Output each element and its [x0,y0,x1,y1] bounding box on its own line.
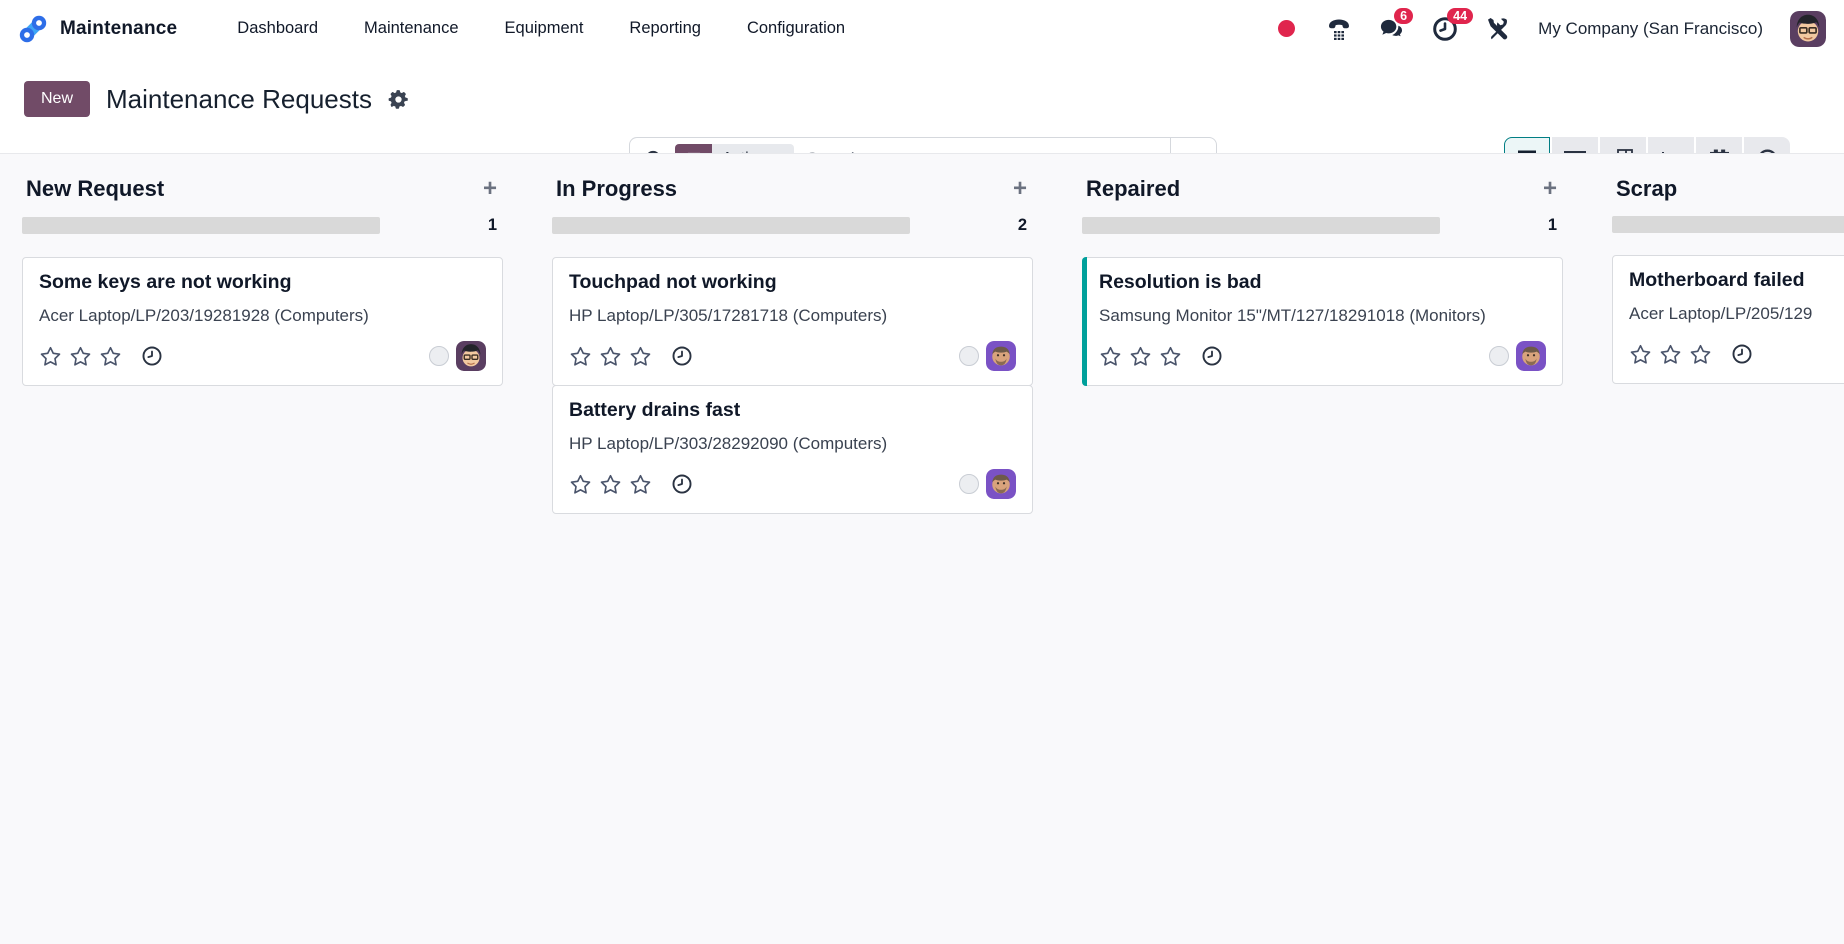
kanban-card[interactable]: Battery drains fast HP Laptop/LP/303/282… [552,385,1033,514]
card-title: Motherboard failed [1629,269,1844,292]
messages-icon[interactable]: 6 [1379,16,1405,42]
kanban-state-circle[interactable] [959,474,979,494]
menu-equipment[interactable]: Equipment [505,19,584,38]
kanban-column-new-request: New Request + 1 Some keys are not workin… [22,176,503,386]
activity-clock-icon[interactable] [671,345,693,367]
app-name: Maintenance [60,18,177,40]
menu-reporting[interactable]: Reporting [629,19,701,38]
star-icon[interactable] [599,345,622,368]
star-icon[interactable] [629,473,652,496]
star-icon[interactable] [99,345,122,368]
star-icon[interactable] [569,345,592,368]
priority-stars [1099,345,1182,368]
column-progress-bar[interactable] [552,217,910,234]
kanban-card[interactable]: Some keys are not working Acer Laptop/LP… [22,257,503,386]
star-icon[interactable] [599,473,622,496]
kanban-card[interactable]: Touchpad not working HP Laptop/LP/305/17… [552,257,1033,386]
add-card-button[interactable]: + [1013,177,1027,201]
kanban-column-scrap: Scrap + Motherboard failed Acer Laptop/L… [1612,176,1844,384]
card-title: Battery drains fast [569,399,1016,422]
assignee-avatar[interactable] [456,341,486,371]
status-red-dot-icon[interactable] [1273,16,1299,42]
priority-stars [569,345,652,368]
add-card-button[interactable]: + [1543,177,1557,201]
kanban-state-circle[interactable] [959,346,979,366]
star-icon[interactable] [1129,345,1152,368]
star-icon[interactable] [1659,343,1682,366]
card-title: Touchpad not working [569,271,1016,294]
menu-maintenance[interactable]: Maintenance [364,19,458,38]
column-count: 2 [1018,216,1033,235]
column-title: Scrap [1616,176,1677,202]
card-equipment: Acer Laptop/LP/203/19281928 (Computers) [39,303,447,329]
activity-clock-icon[interactable] [1201,345,1223,367]
star-icon[interactable] [1629,343,1652,366]
star-icon[interactable] [1689,343,1712,366]
kanban-state-circle[interactable] [429,346,449,366]
star-icon[interactable] [629,345,652,368]
page-title: Maintenance Requests [106,84,372,115]
star-icon[interactable] [39,345,62,368]
activities-badge: 44 [1447,8,1473,25]
assignee-avatar[interactable] [986,469,1016,499]
odoo-maintenance-logo-icon [18,14,48,44]
maintenance-app-window: Maintenance Dashboard Maintenance Equipm… [0,0,1844,944]
activity-clock-icon[interactable] [1731,343,1753,365]
tools-icon[interactable] [1485,16,1511,42]
star-icon[interactable] [69,345,92,368]
star-icon[interactable] [1159,345,1182,368]
assignee-avatar[interactable] [1516,341,1546,371]
column-title: New Request [26,176,164,202]
card-equipment: HP Laptop/LP/303/28292090 (Computers) [569,431,977,457]
gear-icon[interactable] [388,89,409,110]
app-switcher[interactable]: Maintenance [18,14,177,44]
column-count: 1 [488,216,503,235]
kanban-board: New Request + 1 Some keys are not workin… [0,153,1844,944]
main-menu: Dashboard Maintenance Equipment Reportin… [237,19,845,38]
kanban-column-repaired: Repaired + 1 Resolution is bad Samsung M… [1082,176,1563,386]
priority-stars [39,345,122,368]
add-card-button[interactable]: + [483,177,497,201]
priority-stars [1629,343,1712,366]
column-title: In Progress [556,176,677,202]
activity-clock-icon[interactable] [141,345,163,367]
kanban-column-in-progress: In Progress + 2 Touchpad not working HP … [552,176,1033,514]
menu-configuration[interactable]: Configuration [747,19,845,38]
star-icon[interactable] [1099,345,1122,368]
menu-dashboard[interactable]: Dashboard [237,19,318,38]
top-navbar: Maintenance Dashboard Maintenance Equipm… [0,0,1844,57]
user-avatar[interactable] [1790,11,1826,47]
column-progress-bar[interactable] [1612,216,1844,233]
kanban-state-circle[interactable] [1489,346,1509,366]
column-progress-bar[interactable] [22,217,380,234]
assignee-avatar[interactable] [986,341,1016,371]
activities-clock-icon[interactable]: 44 [1432,16,1458,42]
phone-icon[interactable] [1326,16,1352,42]
star-icon[interactable] [569,473,592,496]
card-equipment: Acer Laptop/LP/205/129 [1629,301,1844,327]
card-equipment: Samsung Monitor 15"/MT/127/18291018 (Mon… [1099,303,1507,329]
column-progress-bar[interactable] [1082,217,1440,234]
control-panel: New Maintenance Requests [0,57,1844,153]
card-equipment: HP Laptop/LP/305/17281718 (Computers) [569,303,977,329]
card-title: Some keys are not working [39,271,486,294]
systray: 6 44 My Company (San Francisco) [1273,11,1826,47]
card-title: Resolution is bad [1099,271,1546,294]
messages-badge: 6 [1394,8,1413,25]
activity-clock-icon[interactable] [671,473,693,495]
company-selector[interactable]: My Company (San Francisco) [1538,19,1763,39]
new-button[interactable]: New [24,81,90,117]
kanban-card[interactable]: Motherboard failed Acer Laptop/LP/205/12… [1612,255,1844,384]
kanban-card[interactable]: Resolution is bad Samsung Monitor 15"/MT… [1082,257,1563,386]
column-title: Repaired [1086,176,1180,202]
column-count: 1 [1548,216,1563,235]
priority-stars [569,473,652,496]
